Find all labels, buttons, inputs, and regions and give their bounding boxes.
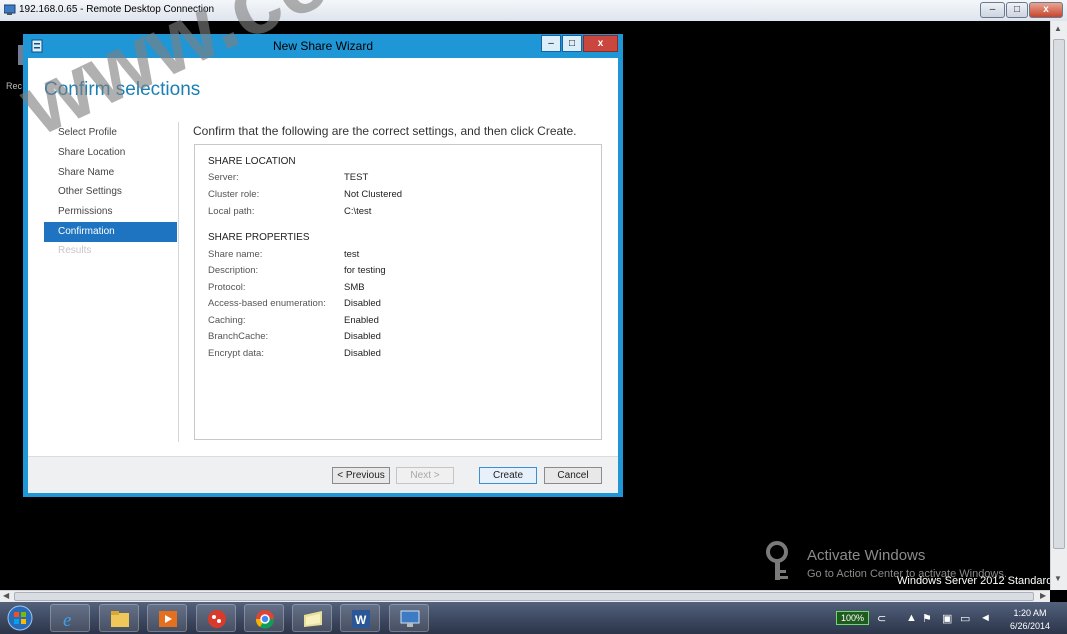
folder-icon[interactable] <box>292 604 332 632</box>
wizard-title: New Share Wizard <box>272 39 374 53</box>
access-based-enumeration-value: Disabled <box>344 298 381 309</box>
activate-windows-title: Activate Windows <box>807 547 926 564</box>
branchcache-value: Disabled <box>344 331 381 342</box>
nav-share-name[interactable]: Share Name <box>44 163 177 183</box>
encrypt-data-value: Disabled <box>344 348 381 359</box>
show-hidden-icons-icon[interactable]: ▲ <box>906 612 917 624</box>
word-icon[interactable]: W <box>340 604 380 632</box>
nav-confirmation[interactable]: Confirmation <box>44 222 177 242</box>
rdp-title-bar: 192.168.0.65 - Remote Desktop Connection… <box>0 0 1067 22</box>
description-label: Description: <box>208 265 259 276</box>
device-icon[interactable]: ▣ <box>942 612 952 625</box>
horizontal-scrollbar[interactable]: ◀ ▶ <box>0 590 1050 602</box>
internet-explorer-icon[interactable]: e <box>50 604 90 632</box>
media-player-icon[interactable] <box>147 604 187 632</box>
clock-time[interactable]: 1:20 AM <box>1000 608 1060 618</box>
remote-desktop-taskbar-icon[interactable] <box>389 604 429 632</box>
vertical-scroll-thumb[interactable] <box>1053 39 1065 549</box>
local-path-label: Local path: <box>208 206 255 217</box>
description-value: for testing <box>344 265 386 276</box>
nav-permissions[interactable]: Permissions <box>44 202 177 222</box>
share-location-heading: SHARE LOCATION <box>208 156 296 167</box>
scroll-down-icon[interactable]: ▼ <box>1054 574 1062 583</box>
clock-date[interactable]: 6/26/2014 <box>1000 621 1060 631</box>
key-icon <box>766 541 788 580</box>
volume-icon[interactable]: ◄ <box>980 612 991 624</box>
server-label: Server: <box>208 172 239 183</box>
rdp-window-title: 192.168.0.65 - Remote Desktop Connection <box>19 4 215 15</box>
paint-icon[interactable] <box>196 604 236 632</box>
wizard-client-area: Confirm selections Select Profile Share … <box>28 58 618 493</box>
next-button: Next > <box>396 467 454 484</box>
previous-button[interactable]: < Previous <box>332 467 390 484</box>
wizard-close-button[interactable]: x <box>583 35 618 52</box>
cluster-role-label: Cluster role: <box>208 189 260 200</box>
protocol-label: Protocol: <box>208 282 246 293</box>
local-path-value: C:\test <box>344 206 372 217</box>
wizard-title-bar: New Share Wizard – □ x <box>23 34 623 58</box>
server-value: TEST <box>344 172 369 183</box>
branchcache-label: BranchCache: <box>208 331 269 342</box>
start-button-icon[interactable] <box>5 605 35 631</box>
chrome-icon[interactable] <box>244 604 284 632</box>
nav-results: Results <box>58 245 92 256</box>
share-properties-heading: SHARE PROPERTIES <box>208 232 310 243</box>
horizontal-scroll-thumb[interactable] <box>14 592 1034 601</box>
nav-select-profile[interactable]: Select Profile <box>44 123 177 143</box>
scroll-up-icon[interactable]: ▲ <box>1054 24 1062 33</box>
svg-text:e: e <box>63 610 71 629</box>
scroll-right-icon[interactable]: ▶ <box>1040 591 1046 600</box>
network-icon[interactable]: ▭ <box>960 612 970 625</box>
wizard-maximize-button[interactable]: □ <box>562 35 582 52</box>
power-plug-icon[interactable]: ⊂ <box>877 612 886 625</box>
rdp-restore-button[interactable]: □ <box>1006 2 1028 18</box>
caching-value: Enabled <box>344 315 379 326</box>
settings-summary-box: SHARE LOCATION Server: TEST Cluster role… <box>194 144 602 440</box>
action-center-flag-icon[interactable]: ⚑ <box>922 612 932 625</box>
access-based-enumeration-label: Access-based enumeration: <box>208 298 326 309</box>
wizard-footer: < Previous Next > Create Cancel <box>28 456 618 493</box>
caching-label: Caching: <box>208 315 246 326</box>
battery-indicator[interactable]: 100% <box>836 611 869 625</box>
nav-share-location[interactable]: Share Location <box>44 143 177 163</box>
cancel-button[interactable]: Cancel <box>544 467 602 484</box>
rdp-close-button[interactable]: x <box>1029 2 1063 18</box>
svg-text:W: W <box>355 613 367 627</box>
nav-divider <box>178 122 179 442</box>
file-explorer-icon[interactable] <box>99 604 139 632</box>
recycle-bin-label: Rec <box>6 81 23 91</box>
share-name-label: Share name: <box>208 249 263 260</box>
windows-edition-label: Windows Server 2012 Standard <box>897 575 1053 587</box>
share-name-value: test <box>344 249 360 260</box>
nav-other-settings[interactable]: Other Settings <box>44 182 177 202</box>
rdp-minimize-button[interactable]: – <box>980 2 1005 18</box>
protocol-value: SMB <box>344 282 365 293</box>
scroll-left-icon[interactable]: ◀ <box>3 591 9 600</box>
encrypt-data-label: Encrypt data: <box>208 348 264 359</box>
new-share-wizard-window: New Share Wizard – □ x Confirm selection… <box>23 34 623 497</box>
remote-desktop-icon <box>4 4 16 15</box>
cluster-role-value: Not Clustered <box>344 189 403 200</box>
wizard-minimize-button[interactable]: – <box>541 35 561 52</box>
vertical-scrollbar[interactable]: ▲ ▼ <box>1050 21 1067 590</box>
instruction-text: Confirm that the following are the corre… <box>193 124 577 138</box>
create-button[interactable]: Create <box>479 467 537 484</box>
taskbar: e W 100% ⊂ ▲ ⚑ ▣ ▭ ◄ 1:20 AM 6/26/2014 <box>0 602 1067 634</box>
page-title: Confirm selections <box>44 79 201 100</box>
